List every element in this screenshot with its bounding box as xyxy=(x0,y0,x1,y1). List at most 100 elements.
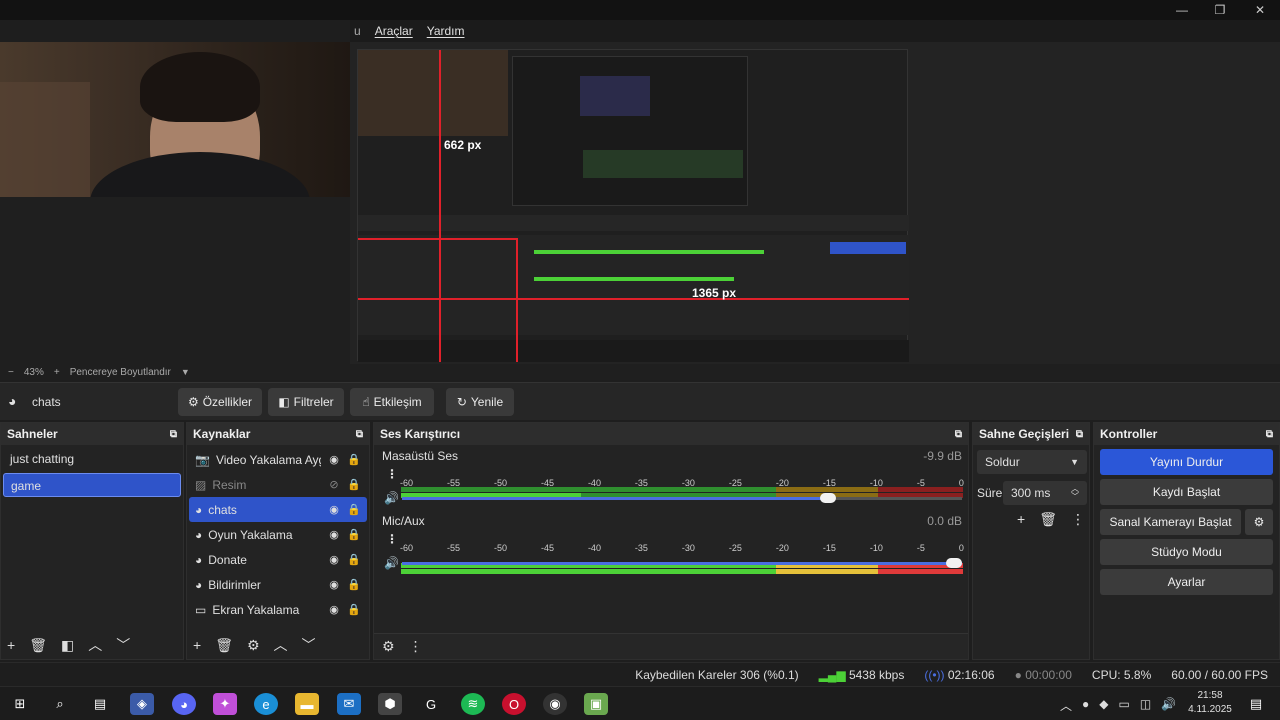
lock-icon[interactable]: 🔒 xyxy=(347,503,361,516)
eye-icon[interactable]: ◉ xyxy=(327,603,341,616)
mail-icon[interactable]: ✉ xyxy=(337,693,361,715)
lock-icon[interactable]: 🔒 xyxy=(347,578,361,591)
windows-start-icon[interactable]: ⊞ xyxy=(8,693,32,715)
speaker-icon[interactable]: 🔊 xyxy=(384,556,399,570)
tray-app-icon[interactable]: ● xyxy=(1082,697,1089,714)
edge-icon[interactable]: e xyxy=(254,693,278,715)
g-app-icon[interactable]: G xyxy=(419,693,443,715)
source-item[interactable]: ◕ Oyun Yakalama ◉ 🔒 xyxy=(189,522,367,547)
close-button[interactable]: ✕ xyxy=(1240,0,1280,20)
source-item[interactable]: ◕ Bildirimler ◉ 🔒 xyxy=(189,572,367,597)
channel-db: 0.0 dB xyxy=(927,514,962,528)
source-item[interactable]: ◕ chats ◉ 🔒 xyxy=(189,497,367,522)
start-virtual-camera-button[interactable]: Sanal Kamerayı Başlat xyxy=(1100,509,1241,535)
zoom-out-button[interactable]: − xyxy=(8,367,14,378)
spotify-icon[interactable]: ≋ xyxy=(461,693,485,715)
opera-icon[interactable]: O xyxy=(502,693,526,715)
refresh-button[interactable]: ↻ Yenile xyxy=(446,388,514,416)
trash-icon[interactable]: 🗑 xyxy=(215,637,233,654)
search-icon[interactable]: ⌕ xyxy=(48,693,72,715)
interact-button[interactable]: ☝ Etkileşim xyxy=(350,388,434,416)
studio-mode-button[interactable]: Stüdyo Modu xyxy=(1100,539,1273,565)
channel-menu-icon[interactable]: ⋮ xyxy=(386,532,398,546)
menu-tools[interactable]: Araçlar xyxy=(375,24,413,38)
filter-icon[interactable]: ◧ xyxy=(61,637,74,654)
lock-icon[interactable]: 🔒 xyxy=(347,528,361,541)
trash-icon[interactable]: 🗑 xyxy=(1039,511,1057,528)
lock-icon[interactable]: 🔒 xyxy=(347,478,361,491)
current-source-name: chats xyxy=(32,395,61,409)
maximize-button[interactable]: ❐ xyxy=(1200,0,1240,20)
gear-icon[interactable]: ⚙ xyxy=(247,637,260,654)
advanced-audio-icon[interactable]: ⚙ xyxy=(382,638,395,655)
clock[interactable]: 21:58 4.11.2025 xyxy=(1186,689,1234,717)
battery-icon[interactable]: ▭ xyxy=(1119,697,1130,714)
properties-button[interactable]: ⚙ Özellikler xyxy=(178,388,262,416)
volume-slider-handle[interactable] xyxy=(946,558,962,568)
volume-slider[interactable] xyxy=(402,493,962,503)
app-icon[interactable]: ◈ xyxy=(130,693,154,715)
zoom-fit-select[interactable]: Pencereye Boyutlandır xyxy=(70,367,171,378)
eye-icon[interactable]: ◉ xyxy=(327,528,341,541)
eye-icon[interactable]: ◉ xyxy=(327,553,341,566)
settings-button[interactable]: Ayarlar xyxy=(1100,569,1273,595)
stepper-icon[interactable]: ︿ ﹀ xyxy=(1071,485,1079,501)
undock-icon[interactable]: ⧉ xyxy=(356,429,363,440)
mixer-menu-icon[interactable]: ⋮ xyxy=(409,638,423,655)
chevron-up-icon[interactable]: ︿ xyxy=(1060,697,1072,714)
eye-icon[interactable]: ◉ xyxy=(327,453,341,466)
trash-icon[interactable]: 🗑 xyxy=(29,637,47,654)
task-view-icon[interactable]: ▤ xyxy=(88,693,112,715)
scene-item-just-chatting[interactable]: just chatting xyxy=(3,447,181,471)
down-icon[interactable]: ﹀ xyxy=(116,635,130,655)
obs-icon[interactable]: ◉ xyxy=(543,693,567,715)
virtual-camera-settings-button[interactable]: ⚙ xyxy=(1245,509,1273,535)
scene-item-game[interactable]: game xyxy=(3,473,181,497)
preview-canvas[interactable]: 662 px 1365 px xyxy=(0,42,1280,364)
undock-icon[interactable]: ⧉ xyxy=(955,429,962,440)
minecraft-icon[interactable]: ▣ xyxy=(584,693,608,715)
volume-slider-handle[interactable] xyxy=(819,493,836,503)
copilot-icon[interactable]: ✦ xyxy=(213,693,237,715)
tray-app-icon[interactable]: ◆ xyxy=(1099,697,1108,714)
stop-stream-button[interactable]: Yayını Durdur xyxy=(1100,449,1273,475)
down-icon[interactable]: ﹀ xyxy=(302,635,316,655)
discord-icon[interactable]: ◕ xyxy=(172,693,196,715)
start-recording-button[interactable]: Kaydı Başlat xyxy=(1100,479,1273,505)
cube-icon[interactable]: ⬢ xyxy=(378,693,402,715)
notification-icon[interactable]: ▤ xyxy=(1244,693,1268,715)
undock-icon[interactable]: ⧉ xyxy=(1076,429,1083,440)
undock-icon[interactable]: ⧉ xyxy=(170,429,177,440)
folder-icon[interactable]: ▬ xyxy=(295,693,319,715)
eye-hidden-icon[interactable]: ⊘ xyxy=(327,478,341,491)
source-item[interactable]: ◕ Donate ◉ 🔒 xyxy=(189,547,367,572)
lock-icon[interactable]: 🔒 xyxy=(347,603,361,616)
minimize-button[interactable]: — xyxy=(1162,0,1202,20)
volume-icon[interactable]: 🔊 xyxy=(1161,697,1176,714)
speaker-icon[interactable]: 🔊 xyxy=(384,491,399,505)
eye-icon[interactable]: ◉ xyxy=(327,503,341,516)
source-item[interactable]: 📷 Video Yakalama Aygıt ◉ 🔒 xyxy=(189,447,367,472)
filters-button[interactable]: ◧ Filtreler xyxy=(268,388,344,416)
up-icon[interactable]: ︿ xyxy=(88,635,102,655)
menu-icon[interactable]: ⋮ xyxy=(1071,511,1085,528)
add-icon[interactable]: + xyxy=(1017,511,1025,528)
lock-icon[interactable]: 🔒 xyxy=(347,553,361,566)
up-icon[interactable]: ︿ xyxy=(274,635,288,655)
source-item[interactable]: ▨ Resim ⊘ 🔒 xyxy=(189,472,367,497)
network-icon[interactable]: ◫ xyxy=(1140,697,1151,714)
duration-input[interactable]: 300 ms ︿ ﹀ xyxy=(1003,481,1087,505)
eye-icon[interactable]: ◉ xyxy=(327,578,341,591)
menu-help[interactable]: Yardım xyxy=(427,24,465,38)
channel-menu-icon[interactable]: ⋮ xyxy=(386,467,398,481)
volume-slider[interactable] xyxy=(402,558,962,568)
add-icon[interactable]: + xyxy=(193,637,201,653)
transition-select[interactable]: Soldur ▼ xyxy=(977,450,1087,474)
chevron-down-icon[interactable]: ▼ xyxy=(181,367,190,377)
add-icon[interactable]: + xyxy=(7,637,15,653)
source-item[interactable]: ▭ Ekran Yakalama ◉ 🔒 xyxy=(189,597,367,622)
zoom-in-button[interactable]: + xyxy=(54,367,60,378)
lock-icon[interactable]: 🔒 xyxy=(347,453,361,466)
gear-icon: ⚙ xyxy=(187,395,199,409)
undock-icon[interactable]: ⧉ xyxy=(1266,429,1273,440)
